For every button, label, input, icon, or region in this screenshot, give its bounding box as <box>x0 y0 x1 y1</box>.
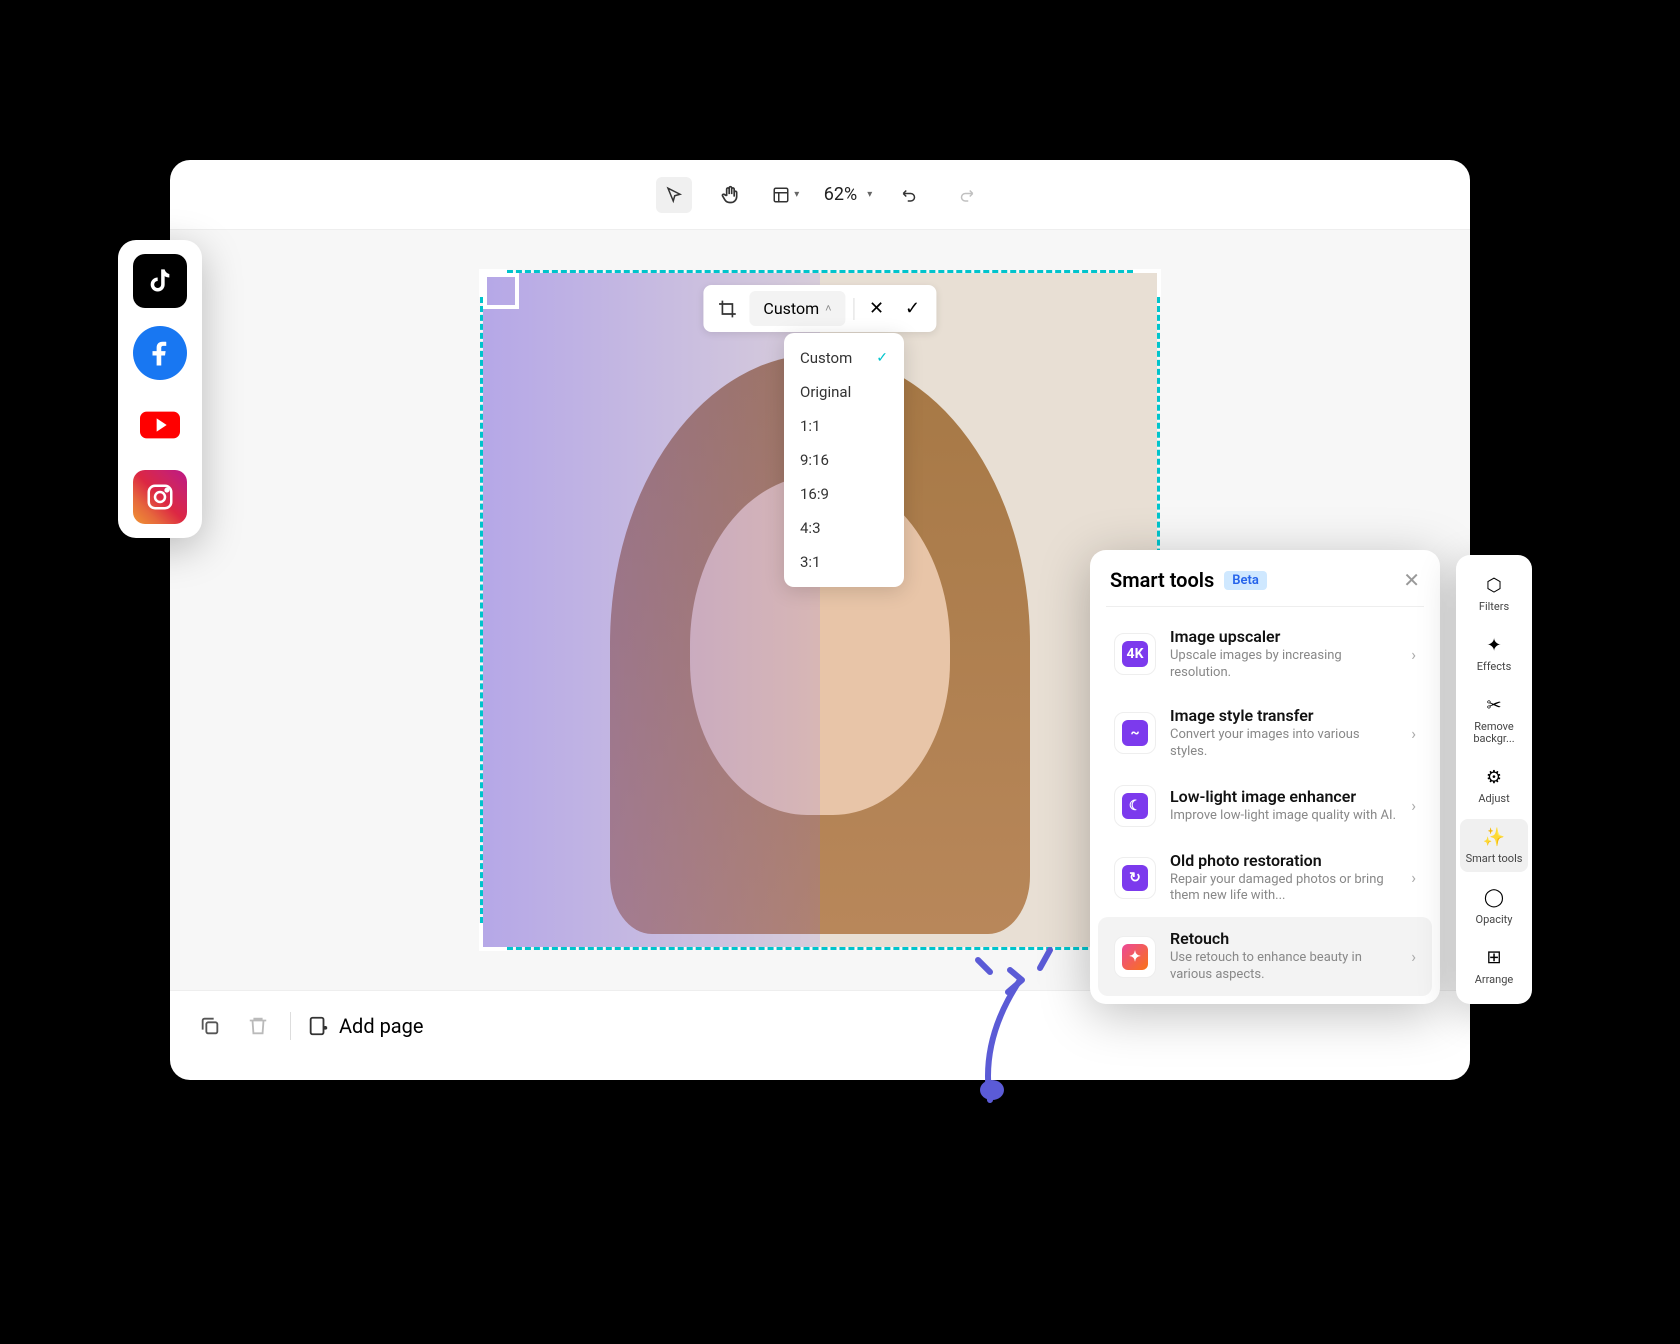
comparison-overlay <box>483 273 820 947</box>
smart-tool-item[interactable]: 4K Image upscaler Upscale images by increa… <box>1098 615 1432 694</box>
crop-preset-label: Custom <box>763 299 819 318</box>
smart-tool-desc: Repair your damaged photos or bring them… <box>1170 872 1397 906</box>
tool-label: Smart tools <box>1466 853 1523 865</box>
tool-label: Opacity <box>1476 914 1513 926</box>
social-export-panel <box>118 240 202 538</box>
chevron-down-icon: ▾ <box>794 189 799 200</box>
tool-label: Effects <box>1477 661 1512 673</box>
crop-toolbar: Custom ˄ ✕ ✓ <box>703 285 936 332</box>
cancel-crop-button[interactable]: ✕ <box>863 295 891 323</box>
smart-tool-title: Image style transfer <box>1170 706 1397 725</box>
right-tool-remove-backgr-[interactable]: ✂ Remove backgr... <box>1460 687 1528 751</box>
tool-label: Filters <box>1479 601 1509 613</box>
confirm-crop-button[interactable]: ✓ <box>899 295 927 323</box>
tool-icon: ⚙ <box>1482 765 1506 789</box>
right-tool-arrange[interactable]: ⊞ Arrange <box>1460 940 1528 992</box>
smart-tool-icon: 4K <box>1114 633 1156 675</box>
right-tool-effects[interactable]: ✦ Effects <box>1460 627 1528 679</box>
crop-preset-option[interactable]: 4:3 <box>784 511 904 545</box>
right-tool-smart-tools[interactable]: ✨ Smart tools <box>1460 819 1528 871</box>
smart-tool-item[interactable]: ✦ Retouch Use retouch to enhance beauty in… <box>1098 917 1432 996</box>
smart-tool-desc: Improve low-light image quality with AI. <box>1170 808 1397 825</box>
smart-tool-icon: ☾ <box>1114 785 1156 827</box>
close-icon[interactable]: ✕ <box>1403 568 1420 592</box>
smart-tool-item[interactable]: ☾ Low-light image enhancer Improve low-lig… <box>1098 773 1432 839</box>
smart-tools-header: Smart tools Beta ✕ <box>1090 550 1440 606</box>
crop-preset-option[interactable]: 3:1 <box>784 545 904 579</box>
right-tool-filters[interactable]: ⬡ Filters <box>1460 567 1528 619</box>
tiktok-icon[interactable] <box>133 254 187 308</box>
tool-label: Adjust <box>1478 793 1509 805</box>
zoom-value: 62% <box>824 184 857 205</box>
smart-tool-title: Low-light image enhancer <box>1170 787 1397 806</box>
crop-preset-dropdown[interactable]: Custom ˄ <box>749 291 845 326</box>
add-page-label: Add page <box>339 1014 424 1038</box>
crop-preset-option[interactable]: 1:1 <box>784 409 904 443</box>
duplicate-button[interactable] <box>194 1010 226 1042</box>
facebook-icon[interactable] <box>133 326 187 380</box>
smart-tool-title: Old photo restoration <box>1170 851 1397 870</box>
crop-preset-option[interactable]: Custom✓ <box>784 341 904 375</box>
crop-preset-option[interactable]: Original <box>784 375 904 409</box>
chevron-right-icon: › <box>1411 645 1416 664</box>
instagram-icon[interactable] <box>133 470 187 524</box>
smart-tool-desc: Use retouch to enhance beauty in various… <box>1170 950 1397 984</box>
right-tool-adjust[interactable]: ⚙ Adjust <box>1460 759 1528 811</box>
chevron-down-icon: ▾ <box>867 189 872 200</box>
crop-preset-menu: Custom✓Original1:19:1616:94:33:1 <box>784 333 904 587</box>
layout-tool[interactable]: ▾ <box>768 177 804 213</box>
tool-icon: ⊞ <box>1482 946 1506 970</box>
chevron-right-icon: › <box>1411 947 1416 966</box>
chevron-right-icon: › <box>1411 724 1416 743</box>
hand-tool[interactable] <box>712 177 748 213</box>
add-page-button[interactable]: Add page <box>307 1014 424 1038</box>
smart-tool-desc: Convert your images into various styles. <box>1170 727 1397 761</box>
crop-preset-option[interactable]: 9:16 <box>784 443 904 477</box>
smart-tool-icon: ~ <box>1114 712 1156 754</box>
tool-label: Arrange <box>1475 974 1513 986</box>
smart-tools-panel: Smart tools Beta ✕ 4K Image upscaler Upsca… <box>1090 550 1440 1004</box>
crop-preset-option[interactable]: 16:9 <box>784 477 904 511</box>
chevron-right-icon: › <box>1411 796 1416 815</box>
crop-frame[interactable]: Custom ˄ ✕ ✓ Custom✓Original1:19:1616:94… <box>480 270 1160 950</box>
smart-tools-title: Smart tools <box>1110 568 1214 592</box>
smart-tool-title: Image upscaler <box>1170 627 1397 646</box>
smart-tool-title: Retouch <box>1170 929 1397 948</box>
smart-tool-item[interactable]: ↻ Old photo restoration Repair your damage… <box>1098 839 1432 918</box>
right-tool-opacity[interactable]: ◯ Opacity <box>1460 880 1528 932</box>
smart-tool-icon: ↻ <box>1114 857 1156 899</box>
tool-icon: ✦ <box>1482 633 1506 657</box>
right-toolbar: ⬡ Filters ✦ Effects ✂ Remove backgr... ⚙ Adjust… <box>1456 555 1532 1004</box>
smart-tool-item[interactable]: ~ Image style transfer Convert your images… <box>1098 694 1432 773</box>
redo-button[interactable] <box>948 177 984 213</box>
crop-icon <box>713 295 741 323</box>
cursor-tool[interactable] <box>656 177 692 213</box>
zoom-control[interactable]: 62% ▾ <box>824 184 872 205</box>
youtube-icon[interactable] <box>133 398 187 452</box>
chevron-up-icon: ˄ <box>825 302 831 315</box>
smart-tool-desc: Upscale images by increasing resolution. <box>1170 648 1397 682</box>
beta-badge: Beta <box>1224 571 1267 590</box>
top-toolbar: ▾ 62% ▾ <box>170 160 1470 230</box>
tool-label: Remove backgr... <box>1462 721 1526 745</box>
chevron-right-icon: › <box>1411 868 1416 887</box>
tool-icon: ⬡ <box>1482 573 1506 597</box>
undo-button[interactable] <box>892 177 928 213</box>
tool-icon: ✂ <box>1482 693 1506 717</box>
tool-icon: ✨ <box>1482 825 1506 849</box>
delete-button[interactable] <box>242 1010 274 1042</box>
annotation-arrow <box>960 930 1100 1110</box>
tool-icon: ◯ <box>1482 886 1506 910</box>
smart-tool-icon: ✦ <box>1114 936 1156 978</box>
